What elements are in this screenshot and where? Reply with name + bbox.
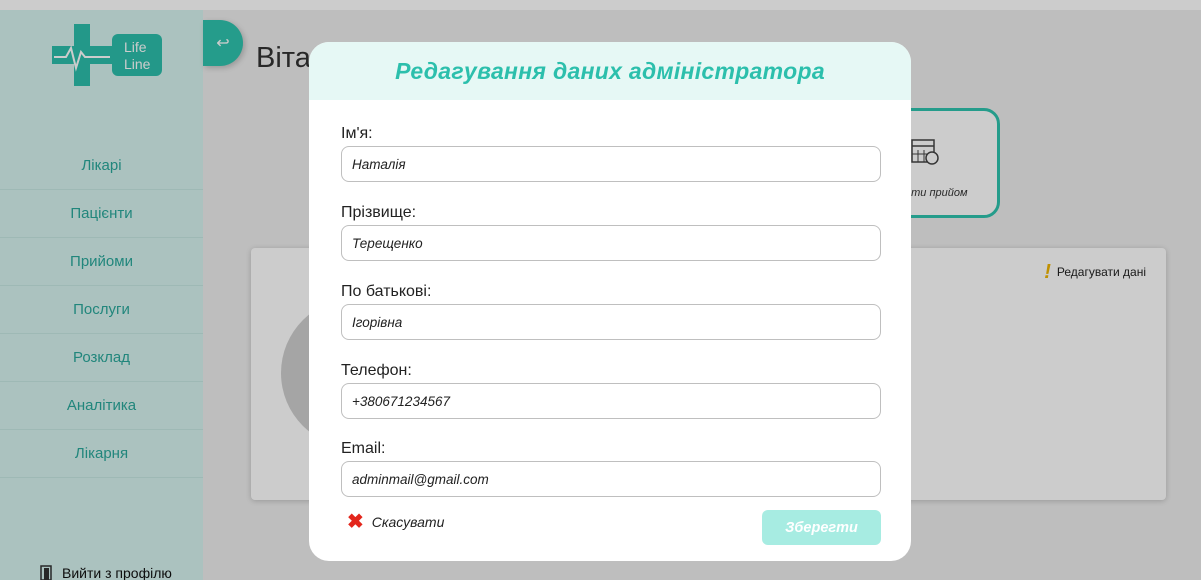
close-icon: ✖ — [347, 511, 364, 533]
modal-header: Редагування даних адміністратора — [309, 42, 911, 100]
cancel-button[interactable]: ✖ Скасувати — [347, 512, 444, 532]
phone-field-group: Телефон: — [341, 361, 881, 419]
patronymic-input[interactable] — [341, 304, 881, 340]
save-button[interactable]: Зберегти — [762, 510, 881, 545]
first-name-label: Ім'я: — [341, 125, 373, 142]
email-label: Email: — [341, 440, 386, 457]
last-name-label: Прізвище: — [341, 204, 417, 221]
phone-label: Телефон: — [341, 362, 412, 379]
first-name-field-group: Ім'я: — [341, 124, 881, 182]
patronymic-field-group: По батькові: — [341, 282, 881, 340]
patronymic-label: По батькові: — [341, 283, 432, 300]
first-name-input[interactable] — [341, 146, 881, 182]
last-name-field-group: Прізвище: — [341, 203, 881, 261]
modal-footer: ✖ Скасувати Зберегти — [309, 508, 911, 548]
cancel-label: Скасувати — [371, 514, 445, 530]
modal-title: Редагування даних адміністратора — [395, 57, 825, 84]
email-field-group: Email: — [341, 439, 881, 497]
edit-admin-modal: Редагування даних адміністратора Ім'я: П… — [309, 42, 911, 561]
last-name-input[interactable] — [341, 225, 881, 261]
phone-input[interactable] — [341, 383, 881, 419]
email-input[interactable] — [341, 461, 881, 497]
